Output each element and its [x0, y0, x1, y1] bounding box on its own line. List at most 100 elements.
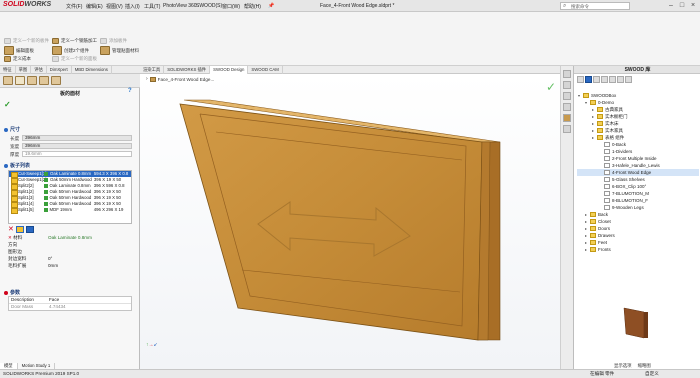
- tab-evaluate[interactable]: 评估: [31, 66, 47, 74]
- menu-tools[interactable]: 工具(T): [144, 3, 160, 10]
- tree-node[interactable]: ▸ Closet: [577, 218, 699, 225]
- expand-arrow-icon[interactable]: ▸: [591, 120, 595, 127]
- define-rebar-button[interactable]: 定义一个钢筋加工: [52, 38, 97, 44]
- menu-photoview[interactable]: PhotoView 360: [163, 3, 197, 9]
- expand-arrow-icon[interactable]: ▸: [584, 225, 588, 232]
- menu-help[interactable]: 帮助(H): [244, 3, 261, 10]
- tab-mbd[interactable]: MBD Dimensions: [72, 66, 112, 74]
- expand-arrow-icon[interactable]: ▾: [577, 92, 581, 99]
- tree-node[interactable]: 9-Wooden Legs: [577, 204, 699, 211]
- expand-arrow-icon[interactable]: ▸: [584, 239, 588, 246]
- width-field[interactable]: 396mm: [22, 143, 132, 149]
- home-icon[interactable]: [563, 70, 571, 78]
- feature-tree-icon[interactable]: [3, 76, 13, 85]
- menu-window[interactable]: 窗口(W): [222, 3, 240, 10]
- length-field[interactable]: 396mm: [22, 135, 132, 141]
- table-row[interactable]: Door Mass 4.74434: [9, 304, 131, 310]
- edge-select-icon[interactable]: [25, 226, 34, 233]
- tree-node[interactable]: 7-BLUMOTION_M: [577, 190, 699, 197]
- refresh-icon[interactable]: [601, 76, 608, 83]
- define-new-face-button[interactable]: 定义一个新的面板: [52, 56, 97, 62]
- list-item[interactable]: Split1[5] MDF 19mm 496 X 296 X 19: [9, 207, 131, 214]
- menu-insert[interactable]: 插入(I): [125, 3, 140, 10]
- search-input[interactable]: ⌕ 搜索命令: [560, 2, 630, 10]
- expand-arrow-icon[interactable]: ▸: [584, 246, 588, 253]
- menu-file[interactable]: 文件(F): [66, 3, 82, 10]
- create-components-button[interactable]: 创建2个组件: [52, 46, 89, 55]
- settings-icon[interactable]: [625, 76, 632, 83]
- expand-arrow-icon[interactable]: ▸: [591, 106, 595, 113]
- edge-thickness-value[interactable]: 0°: [48, 256, 52, 262]
- tree-node[interactable]: ▾ 0-Demo: [577, 99, 699, 106]
- tree-node[interactable]: ▸ Doors: [577, 225, 699, 232]
- expand-arrow-icon[interactable]: ▸: [584, 218, 588, 225]
- display-manager-icon[interactable]: [51, 76, 61, 85]
- dimensions-section[interactable]: 尺寸: [4, 126, 20, 133]
- folder-icon[interactable]: [609, 76, 616, 83]
- expand-arrow-icon[interactable]: ▸: [584, 232, 588, 239]
- tree-node[interactable]: ▸ 实木家具: [577, 127, 699, 134]
- tree-node[interactable]: 2-Front Multiple Inside: [577, 155, 699, 162]
- delete-icon[interactable]: ✕: [8, 226, 14, 233]
- menu-view[interactable]: 视图(V): [106, 3, 123, 10]
- door-panel-model[interactable]: [140, 74, 560, 369]
- units-selector[interactable]: 自定义: [645, 371, 659, 377]
- solidworks-logo[interactable]: SOLIDWORKS: [3, 1, 51, 8]
- list-view-icon[interactable]: [585, 76, 592, 83]
- add-panel-button[interactable]: 添加板件: [100, 38, 127, 44]
- file-explorer-icon[interactable]: [563, 103, 571, 111]
- edit-panel-button[interactable]: 编辑面板: [4, 46, 34, 55]
- expand-arrow-icon[interactable]: ▸: [584, 211, 588, 218]
- tree-node[interactable]: ▸ Fronts: [577, 246, 699, 253]
- dimxpert-icon[interactable]: [39, 76, 49, 85]
- graphics-area[interactable]: › Face_4-Front Wood Edge... ↑→↙ ✓: [140, 74, 560, 369]
- tab-addins[interactable]: SOLIDWORKS 插件: [164, 66, 211, 74]
- tree-node[interactable]: 5-Glass Shelves: [577, 176, 699, 183]
- design-library-icon[interactable]: [563, 92, 571, 100]
- edge-extension-value[interactable]: 0mm: [48, 263, 58, 269]
- face-select-icon[interactable]: [15, 226, 24, 233]
- tab-swood-design[interactable]: SWOOD Design: [210, 66, 249, 74]
- grid-view-icon[interactable]: [593, 76, 600, 83]
- tree-node[interactable]: 4-Front Wood Edge: [577, 169, 699, 176]
- maximize-button[interactable]: □: [677, 1, 687, 11]
- table-row[interactable]: Description Face: [9, 297, 131, 304]
- direction-row[interactable]: 方向: [8, 242, 132, 248]
- bodies-section[interactable]: 板子列表: [4, 162, 30, 169]
- expand-arrow-icon[interactable]: ▸: [591, 134, 595, 141]
- add-icon[interactable]: [617, 76, 624, 83]
- back-icon[interactable]: [577, 76, 584, 83]
- ok-check-icon[interactable]: ✓: [4, 100, 11, 109]
- define-new-panel-button[interactable]: 定义一个新的板件: [4, 38, 49, 44]
- confirm-corner-icon[interactable]: ✓: [546, 80, 556, 94]
- menu-edit[interactable]: 编辑(E): [86, 3, 103, 10]
- tab-swood-cam[interactable]: SWOOD CAM: [248, 66, 283, 74]
- material-value[interactable]: Oak Laminate 0.8mm: [48, 235, 92, 241]
- tree-node[interactable]: 6-BOX_Clip 100°: [577, 183, 699, 190]
- close-button[interactable]: ×: [688, 1, 698, 11]
- define-cost-button[interactable]: 定义成本: [4, 56, 31, 62]
- tab-render-tools[interactable]: 渲染工具: [140, 66, 165, 74]
- manage-veneer-button[interactable]: 管理贴面材料: [100, 46, 139, 55]
- property-manager-icon[interactable]: [15, 76, 25, 85]
- tab-sketch[interactable]: 草图: [16, 66, 32, 74]
- tree-node[interactable]: ▾ SWOODBox: [577, 92, 699, 99]
- params-section[interactable]: 参数: [4, 289, 20, 296]
- tab-dimxpert[interactable]: DimXpert: [47, 66, 72, 74]
- thickness-field[interactable]: 19.6mm: [22, 151, 132, 157]
- expand-arrow-icon[interactable]: ▸: [591, 113, 595, 120]
- configuration-icon[interactable]: [27, 76, 37, 85]
- resources-icon[interactable]: [563, 81, 571, 89]
- tree-node[interactable]: ▸ 表格 组件: [577, 134, 699, 141]
- tree-node[interactable]: 0-Back: [577, 141, 699, 148]
- tree-node[interactable]: ▸ 实木床: [577, 120, 699, 127]
- tree-node[interactable]: ▸ Feet: [577, 239, 699, 246]
- tree-node[interactable]: ▸ 实木橱柜门: [577, 113, 699, 120]
- tree-node[interactable]: 8-BLUMOTION_F: [577, 197, 699, 204]
- swood-library-icon[interactable]: [563, 114, 571, 122]
- expand-arrow-icon[interactable]: ▾: [584, 99, 588, 106]
- tree-node[interactable]: ▸ Back: [577, 211, 699, 218]
- tree-node[interactable]: 3-Hafele_Handle_Lewis: [577, 162, 699, 169]
- appearance-icon[interactable]: [563, 125, 571, 133]
- tree-node[interactable]: ▸ 古典家具: [577, 106, 699, 113]
